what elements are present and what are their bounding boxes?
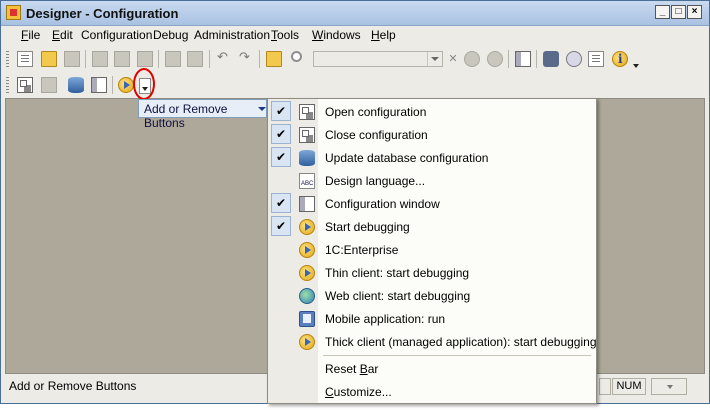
help-contents-icon[interactable] — [588, 51, 604, 67]
close-config-toolbar-icon[interactable] — [41, 77, 57, 93]
print-icon[interactable] — [165, 51, 181, 67]
update-db-toolbar-icon[interactable] — [68, 77, 84, 93]
thin-client-icon — [299, 265, 315, 281]
menu-item-mobile-application[interactable]: Mobile application: run — [268, 307, 596, 330]
reset-bar-label: Reset Bar — [325, 362, 379, 376]
config-window-icon — [299, 196, 315, 212]
menu-configuration[interactable]: Configuration — [81, 28, 152, 42]
paste-icon[interactable] — [137, 51, 153, 67]
status-num: NUM — [612, 378, 646, 395]
find-in-folder-icon[interactable] — [266, 51, 282, 67]
menu-item-close-configuration[interactable]: ✔ Close configuration — [268, 123, 596, 146]
mobile-app-icon — [299, 311, 315, 327]
menu-item-thick-client[interactable]: Thick client (managed application): star… — [268, 330, 597, 353]
maximize-button[interactable]: □ — [671, 5, 686, 19]
new-document-icon[interactable] — [17, 51, 33, 67]
open-file-icon[interactable] — [41, 51, 57, 67]
menu-separator — [323, 355, 591, 356]
menu-item-customize[interactable]: Customize... — [268, 380, 596, 403]
toolbar-overflow-icon[interactable] — [633, 64, 639, 68]
chevron-down-icon — [667, 385, 673, 389]
configuration-toolbar — [1, 73, 709, 97]
close-button[interactable]: × — [687, 5, 702, 19]
menu-item-reset-bar[interactable]: Reset Bar — [268, 357, 596, 380]
search-combo[interactable] — [313, 51, 443, 67]
menu-administration[interactable]: Administration — [194, 28, 270, 42]
add-remove-buttons-menu: ✔ Open configuration ✔ Close configurati… — [267, 98, 597, 404]
undo-icon[interactable] — [215, 49, 231, 67]
chevron-down-icon — [258, 107, 266, 111]
check-icon: ✔ — [271, 124, 291, 144]
menu-help[interactable]: Help — [371, 28, 396, 42]
help-search-icon[interactable] — [566, 51, 582, 67]
menu-bar: File Edit Configuration Debug Administra… — [1, 26, 709, 45]
search-previous-icon[interactable] — [464, 51, 480, 67]
menu-debug[interactable]: Debug — [153, 28, 188, 42]
check-icon: ✔ — [271, 216, 291, 236]
start-debug-toolbar-icon[interactable] — [118, 77, 134, 93]
customize-label: Customize... — [325, 385, 392, 399]
minimize-button[interactable]: _ — [655, 5, 670, 19]
status-text: Add or Remove Buttons — [9, 379, 137, 393]
open-config-toolbar-icon[interactable] — [17, 77, 33, 93]
copy-icon[interactable] — [114, 51, 130, 67]
cut-icon[interactable] — [92, 51, 108, 67]
update-db-icon — [299, 150, 315, 166]
add-or-remove-buttons-label: Add or Remove Buttons — [144, 102, 228, 130]
menu-item-1c-enterprise[interactable]: 1C:Enterprise — [268, 238, 596, 261]
print-preview-icon[interactable] — [187, 51, 203, 67]
check-icon: ✔ — [271, 147, 291, 167]
check-icon: ✔ — [271, 193, 291, 213]
thick-client-icon — [299, 334, 315, 350]
window-title: Designer - Configuration — [26, 6, 179, 21]
menu-windows[interactable]: Windows — [312, 28, 361, 42]
menu-edit[interactable]: Edit — [52, 28, 73, 42]
menu-item-design-language[interactable]: Design language... — [268, 169, 596, 192]
toolbar-grip-2[interactable] — [6, 77, 9, 93]
clear-search-icon[interactable]: ✕ — [445, 51, 461, 67]
syntax-assistant-icon[interactable] — [543, 51, 559, 67]
menu-item-web-client[interactable]: Web client: start debugging — [268, 284, 596, 307]
search-next-icon[interactable] — [487, 51, 503, 67]
config-window-toolbar-icon[interactable] — [91, 77, 107, 93]
enterprise-icon — [299, 242, 315, 258]
menu-item-start-debugging[interactable]: ✔ Start debugging — [268, 215, 596, 238]
menu-tools[interactable]: Tools — [271, 28, 299, 42]
status-pane-cap — [599, 378, 611, 395]
check-icon: ✔ — [271, 101, 291, 121]
menu-file[interactable]: File — [21, 28, 40, 42]
title-bar[interactable]: Designer - Configuration _ □ × — [1, 1, 709, 26]
standard-toolbar: ✕ — [1, 47, 709, 71]
chevron-down-icon[interactable] — [427, 52, 442, 66]
highlight-circle — [133, 68, 155, 100]
design-language-icon — [299, 173, 315, 189]
add-or-remove-buttons-popup[interactable]: Add or Remove Buttons — [138, 99, 267, 130]
menu-item-open-configuration[interactable]: ✔ Open configuration — [268, 100, 596, 123]
search-icon[interactable] — [291, 51, 302, 62]
app-icon — [6, 5, 21, 20]
menu-item-thin-client[interactable]: Thin client: start debugging — [268, 261, 596, 284]
save-icon[interactable] — [64, 51, 80, 67]
redo-icon[interactable] — [237, 49, 253, 67]
toolbar-grip[interactable] — [6, 51, 9, 67]
web-client-icon — [299, 288, 315, 304]
window-list-icon[interactable] — [515, 51, 531, 67]
status-language-selector[interactable] — [651, 378, 687, 395]
menu-item-update-database-configuration[interactable]: ✔ Update database configuration — [268, 146, 596, 169]
open-config-icon — [299, 104, 315, 120]
menu-item-configuration-window[interactable]: ✔ Configuration window — [268, 192, 596, 215]
start-debug-icon — [299, 219, 315, 235]
close-config-icon — [299, 127, 315, 143]
info-icon[interactable] — [612, 51, 628, 67]
